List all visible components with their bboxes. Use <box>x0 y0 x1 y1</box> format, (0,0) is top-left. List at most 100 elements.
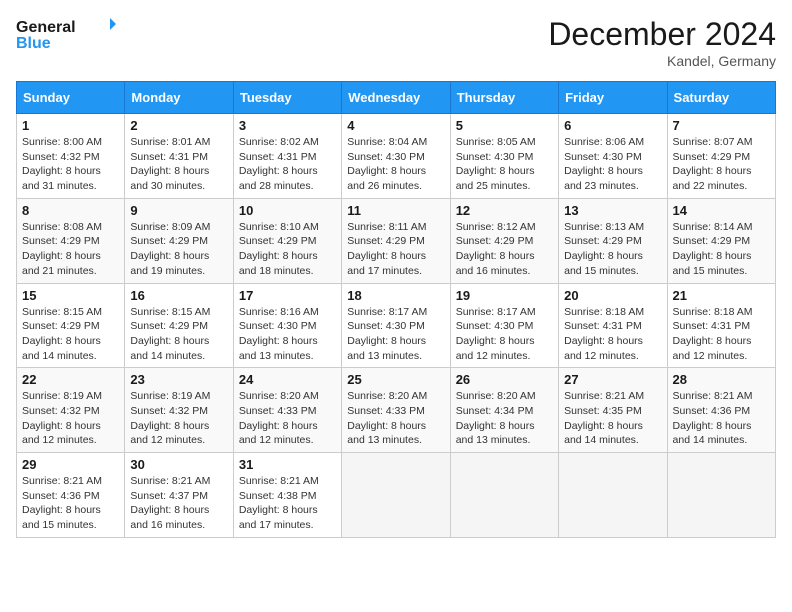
title-area: December 2024 Kandel, Germany <box>548 16 776 69</box>
day-number: 13 <box>564 203 661 218</box>
calendar-cell: 31 Sunrise: 8:21 AMSunset: 4:38 PMDayligh… <box>233 453 341 538</box>
day-info: Sunrise: 8:04 AMSunset: 4:30 PMDaylight:… <box>347 135 444 194</box>
day-number: 28 <box>673 372 770 387</box>
calendar-cell: 14Sunrise: 8:14 AMSunset: 4:29 PMDayligh… <box>667 198 775 283</box>
day-info: Sunrise: 8:20 AMSunset: 4:34 PMDaylight:… <box>456 389 553 448</box>
day-number: 9 <box>130 203 227 218</box>
day-number: 18 <box>347 288 444 303</box>
day-number: 24 <box>239 372 336 387</box>
day-info: Sunrise: 8:19 AMSunset: 4:32 PMDaylight:… <box>130 389 227 448</box>
day-info: Sunrise: 8:18 AMSunset: 4:31 PMDaylight:… <box>673 305 770 364</box>
calendar-cell: 4 Sunrise: 8:04 AMSunset: 4:30 PMDaylight… <box>342 114 450 199</box>
day-info: Sunrise: 8:02 AMSunset: 4:31 PMDaylight:… <box>239 135 336 194</box>
day-info: Sunrise: 8:00 AMSunset: 4:32 PMDaylight:… <box>22 135 119 194</box>
day-number: 31 <box>239 457 336 472</box>
calendar-cell: 26 Sunrise: 8:20 AMSunset: 4:34 PMDayligh… <box>450 368 558 453</box>
day-info: Sunrise: 8:14 AMSunset: 4:29 PMDaylight:… <box>673 220 770 279</box>
day-info: Sunrise: 8:21 AMSunset: 4:36 PMDaylight:… <box>22 474 119 533</box>
logo-icon: General Blue <box>16 16 116 52</box>
day-info: Sunrise: 8:13 AMSunset: 4:29 PMDaylight:… <box>564 220 661 279</box>
calendar-cell <box>667 453 775 538</box>
day-number: 26 <box>456 372 553 387</box>
calendar-cell: 6Sunrise: 8:06 AMSunset: 4:30 PMDaylight… <box>559 114 667 199</box>
weekday-header: Monday <box>125 82 233 114</box>
weekday-header: Wednesday <box>342 82 450 114</box>
day-number: 10 <box>239 203 336 218</box>
day-number: 15 <box>22 288 119 303</box>
calendar-cell: 25 Sunrise: 8:20 AMSunset: 4:33 PMDayligh… <box>342 368 450 453</box>
location: Kandel, Germany <box>548 53 776 69</box>
calendar-cell: 9 Sunrise: 8:09 AMSunset: 4:29 PMDaylight… <box>125 198 233 283</box>
day-number: 12 <box>456 203 553 218</box>
calendar-cell: 17 Sunrise: 8:16 AMSunset: 4:30 PMDayligh… <box>233 283 341 368</box>
day-info: Sunrise: 8:20 AMSunset: 4:33 PMDaylight:… <box>239 389 336 448</box>
day-number: 29 <box>22 457 119 472</box>
day-info: Sunrise: 8:20 AMSunset: 4:33 PMDaylight:… <box>347 389 444 448</box>
day-info: Sunrise: 8:10 AMSunset: 4:29 PMDaylight:… <box>239 220 336 279</box>
calendar-header-row: SundayMondayTuesdayWednesdayThursdayFrid… <box>17 82 776 114</box>
day-number: 19 <box>456 288 553 303</box>
weekday-header: Friday <box>559 82 667 114</box>
weekday-header: Sunday <box>17 82 125 114</box>
day-number: 8 <box>22 203 119 218</box>
calendar-cell: 2Sunrise: 8:01 AMSunset: 4:31 PMDaylight… <box>125 114 233 199</box>
calendar-cell: 28 Sunrise: 8:21 AMSunset: 4:36 PMDayligh… <box>667 368 775 453</box>
day-info: Sunrise: 8:12 AMSunset: 4:29 PMDaylight:… <box>456 220 553 279</box>
calendar-week-row: 29 Sunrise: 8:21 AMSunset: 4:36 PMDayligh… <box>17 453 776 538</box>
day-number: 22 <box>22 372 119 387</box>
day-number: 20 <box>564 288 661 303</box>
day-info: Sunrise: 8:05 AMSunset: 4:30 PMDaylight:… <box>456 135 553 194</box>
calendar-cell: 30Sunrise: 8:21 AMSunset: 4:37 PMDayligh… <box>125 453 233 538</box>
day-info: Sunrise: 8:09 AMSunset: 4:29 PMDaylight:… <box>130 220 227 279</box>
day-number: 16 <box>130 288 227 303</box>
day-number: 5 <box>456 118 553 133</box>
calendar-cell: 20Sunrise: 8:18 AMSunset: 4:31 PMDayligh… <box>559 283 667 368</box>
calendar-cell: 18 Sunrise: 8:17 AMSunset: 4:30 PMDayligh… <box>342 283 450 368</box>
day-info: Sunrise: 8:17 AMSunset: 4:30 PMDaylight:… <box>347 305 444 364</box>
calendar-cell: 21 Sunrise: 8:18 AMSunset: 4:31 PMDayligh… <box>667 283 775 368</box>
day-number: 2 <box>130 118 227 133</box>
day-number: 27 <box>564 372 661 387</box>
calendar-cell: 11Sunrise: 8:11 AMSunset: 4:29 PMDayligh… <box>342 198 450 283</box>
calendar-cell: 8 Sunrise: 8:08 AMSunset: 4:29 PMDaylight… <box>17 198 125 283</box>
day-info: Sunrise: 8:07 AMSunset: 4:29 PMDaylight:… <box>673 135 770 194</box>
calendar-cell: 27 Sunrise: 8:21 AMSunset: 4:35 PMDayligh… <box>559 368 667 453</box>
day-number: 23 <box>130 372 227 387</box>
day-info: Sunrise: 8:15 AMSunset: 4:29 PMDaylight:… <box>22 305 119 364</box>
day-number: 3 <box>239 118 336 133</box>
day-info: Sunrise: 8:16 AMSunset: 4:30 PMDaylight:… <box>239 305 336 364</box>
calendar-cell <box>559 453 667 538</box>
day-number: 25 <box>347 372 444 387</box>
calendar-cell: 22 Sunrise: 8:19 AMSunset: 4:32 PMDayligh… <box>17 368 125 453</box>
weekday-header: Saturday <box>667 82 775 114</box>
svg-text:General: General <box>16 19 76 36</box>
calendar-week-row: 1 Sunrise: 8:00 AMSunset: 4:32 PMDaylight… <box>17 114 776 199</box>
calendar-cell: 15 Sunrise: 8:15 AMSunset: 4:29 PMDayligh… <box>17 283 125 368</box>
day-info: Sunrise: 8:21 AMSunset: 4:38 PMDaylight:… <box>239 474 336 533</box>
day-number: 4 <box>347 118 444 133</box>
day-number: 1 <box>22 118 119 133</box>
logo: General Blue <box>16 16 116 52</box>
day-info: Sunrise: 8:19 AMSunset: 4:32 PMDaylight:… <box>22 389 119 448</box>
day-info: Sunrise: 8:21 AMSunset: 4:37 PMDaylight:… <box>130 474 227 533</box>
day-number: 11 <box>347 203 444 218</box>
calendar-cell: 13 Sunrise: 8:13 AMSunset: 4:29 PMDayligh… <box>559 198 667 283</box>
day-info: Sunrise: 8:21 AMSunset: 4:35 PMDaylight:… <box>564 389 661 448</box>
svg-text:Blue: Blue <box>16 35 51 52</box>
day-info: Sunrise: 8:08 AMSunset: 4:29 PMDaylight:… <box>22 220 119 279</box>
calendar-week-row: 8 Sunrise: 8:08 AMSunset: 4:29 PMDaylight… <box>17 198 776 283</box>
calendar-cell: 10 Sunrise: 8:10 AMSunset: 4:29 PMDayligh… <box>233 198 341 283</box>
calendar-cell <box>450 453 558 538</box>
day-info: Sunrise: 8:21 AMSunset: 4:36 PMDaylight:… <box>673 389 770 448</box>
calendar-cell: 7 Sunrise: 8:07 AMSunset: 4:29 PMDaylight… <box>667 114 775 199</box>
calendar-cell: 29 Sunrise: 8:21 AMSunset: 4:36 PMDayligh… <box>17 453 125 538</box>
day-number: 7 <box>673 118 770 133</box>
calendar-cell: 16Sunrise: 8:15 AMSunset: 4:29 PMDayligh… <box>125 283 233 368</box>
calendar-cell <box>342 453 450 538</box>
calendar-table: SundayMondayTuesdayWednesdayThursdayFrid… <box>16 81 776 538</box>
page-header: General Blue December 2024 Kandel, Germa… <box>16 16 776 69</box>
day-number: 6 <box>564 118 661 133</box>
weekday-header: Tuesday <box>233 82 341 114</box>
day-number: 21 <box>673 288 770 303</box>
day-number: 17 <box>239 288 336 303</box>
